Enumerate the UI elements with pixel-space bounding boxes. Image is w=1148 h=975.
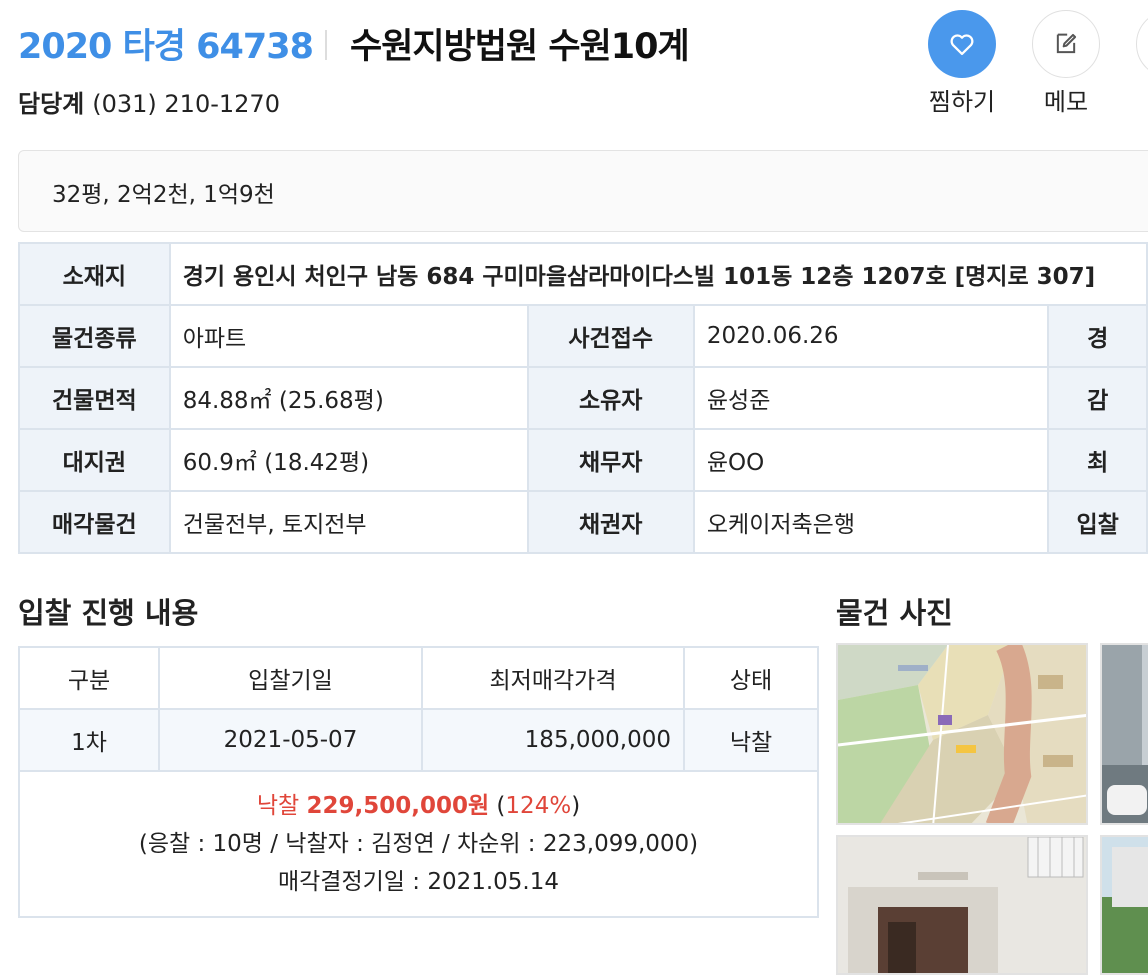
info-value: 윤성준 bbox=[692, 366, 1050, 430]
favorite-button[interactable] bbox=[928, 10, 996, 78]
info-header: 입찰 bbox=[1047, 490, 1148, 554]
info-row: 대지권 60.9㎡ (18.42평) 채무자 윤OO 최 bbox=[18, 428, 1148, 492]
bid-date: 2021-05-07 bbox=[158, 708, 423, 772]
bid-min-price: 185,000,000 bbox=[421, 708, 685, 772]
info-value: 84.88㎡ (25.68평) bbox=[168, 366, 529, 430]
result-amount: 229,500,000원 bbox=[306, 793, 490, 819]
memo-button[interactable] bbox=[1032, 10, 1100, 78]
info-row: 매각물건 건물전부, 토지전부 채권자 오케이저축은행 입찰 bbox=[18, 490, 1148, 554]
contact-label: 담당계 bbox=[18, 90, 85, 118]
info-header: 최 bbox=[1047, 428, 1148, 492]
building-image bbox=[1102, 645, 1148, 823]
info-header: 감 bbox=[1047, 366, 1148, 430]
property-photo-exterior[interactable] bbox=[1100, 835, 1148, 975]
exterior-image bbox=[1102, 837, 1148, 973]
address-value: 경기 용인시 처인구 남동 684 구미마을삼라마이다스빌 101동 12층 1… bbox=[168, 242, 1148, 306]
case-number: 2020 타경 64738 bbox=[18, 27, 314, 67]
heart-icon bbox=[950, 34, 974, 56]
info-value: 60.9㎡ (18.42평) bbox=[168, 428, 529, 492]
contact-phone[interactable]: (031) 210-1270 bbox=[92, 90, 280, 118]
entrance-image bbox=[838, 837, 1086, 973]
contact-info: 담당계 (031) 210-1270 bbox=[18, 84, 280, 119]
info-header: 대지권 bbox=[18, 428, 171, 492]
info-header: 물건종류 bbox=[18, 304, 171, 368]
info-value: 아파트 bbox=[168, 304, 529, 368]
bidding-section-title: 입찰 진행 내용 bbox=[18, 596, 199, 630]
info-header: 채권자 bbox=[526, 490, 695, 554]
info-value: 2020.06.26 bbox=[692, 304, 1050, 368]
bidding-header-row: 구분 입찰기일 최저매각가격 상태 bbox=[18, 646, 819, 710]
map-image bbox=[838, 645, 1086, 823]
property-photo-entrance[interactable] bbox=[836, 835, 1088, 975]
address-row: 소재지 경기 용인시 처인구 남동 684 구미마을삼라마이다스빌 101동 1… bbox=[18, 242, 1148, 306]
bid-round: 1차 bbox=[18, 708, 160, 772]
info-value: 오케이저축은행 bbox=[692, 490, 1050, 554]
info-value: 윤OO bbox=[692, 428, 1050, 492]
info-header: 건물면적 bbox=[18, 366, 171, 430]
info-value: 건물전부, 토지전부 bbox=[168, 490, 529, 554]
bid-status: 낙찰 bbox=[683, 708, 819, 772]
court-name: 수원지방법원 수원10계 bbox=[350, 27, 690, 67]
result-line-3: 매각결정기일 : 2021.05.14 bbox=[277, 869, 560, 895]
summary-text: 32평, 2억2천, 1억9천 bbox=[52, 182, 275, 208]
info-row: 물건종류 아파트 사건접수 2020.06.26 경 bbox=[18, 304, 1148, 368]
info-header: 채무자 bbox=[526, 428, 695, 492]
result-label: 낙찰 bbox=[256, 793, 300, 819]
info-row: 건물면적 84.88㎡ (25.68평) 소유자 윤성준 감 bbox=[18, 366, 1148, 430]
info-header: 소유자 bbox=[526, 366, 695, 430]
address-header: 소재지 bbox=[18, 242, 171, 306]
result-percent: 124% bbox=[505, 793, 572, 819]
column-header: 최저매각가격 bbox=[421, 646, 685, 710]
info-header: 경 bbox=[1047, 304, 1148, 368]
info-header: 매각물건 bbox=[18, 490, 171, 554]
property-info-table: 소재지 경기 용인시 처인구 남동 684 구미마을삼라마이다스빌 101동 1… bbox=[18, 242, 1148, 554]
info-header: 사건접수 bbox=[526, 304, 695, 368]
column-header: 상태 bbox=[683, 646, 819, 710]
summary-box: 32평, 2억2천, 1억9천 bbox=[18, 150, 1148, 232]
bidding-result: 낙찰 229,500,000원 (124%) (응찰 : 10명 / 낙찰자 :… bbox=[18, 770, 819, 918]
edit-icon bbox=[1056, 33, 1077, 54]
column-header: 입찰기일 bbox=[158, 646, 423, 710]
bidding-row: 1차 2021-05-07 185,000,000 낙찰 bbox=[18, 708, 819, 772]
property-photo-building[interactable] bbox=[1100, 643, 1148, 825]
result-line-1: 낙찰 229,500,000원 (124%) bbox=[256, 793, 581, 819]
property-photo-map[interactable] bbox=[836, 643, 1088, 825]
title-divider bbox=[325, 30, 327, 60]
photos-section-title: 물건 사진 bbox=[836, 596, 953, 630]
bidding-table: 구분 입찰기일 최저매각가격 상태 1차 2021-05-07 185,000,… bbox=[18, 646, 819, 918]
column-header: 구분 bbox=[18, 646, 160, 710]
memo-label[interactable]: 메모 bbox=[1022, 82, 1110, 117]
more-button[interactable] bbox=[1136, 10, 1148, 78]
favorite-label[interactable]: 찜하기 bbox=[918, 82, 1006, 117]
result-line-2: (응찰 : 10명 / 낙찰자 : 김정연 / 차순위 : 223,099,00… bbox=[138, 831, 699, 857]
bidding-result-row: 낙찰 229,500,000원 (124%) (응찰 : 10명 / 낙찰자 :… bbox=[18, 770, 819, 918]
